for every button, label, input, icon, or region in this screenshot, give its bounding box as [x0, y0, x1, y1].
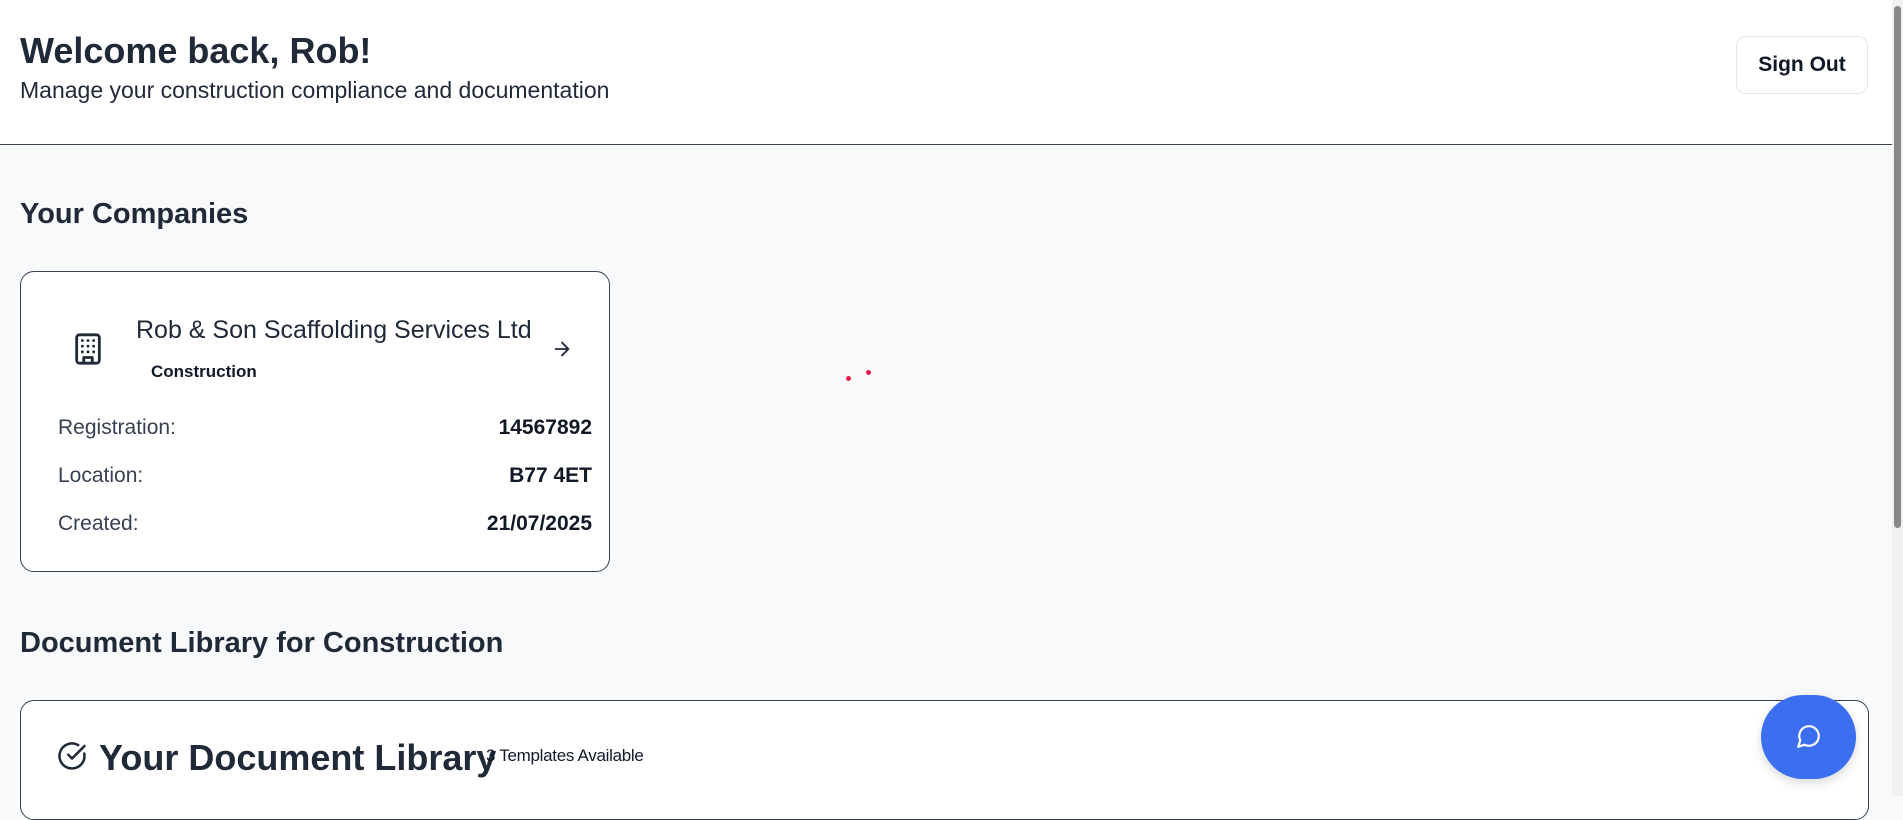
location-label: Location: — [58, 464, 144, 487]
check-circle-icon — [58, 742, 86, 770]
company-name: Rob & Son Scaffolding Services Ltd — [136, 316, 532, 344]
welcome-heading: Welcome back, Rob! — [20, 30, 372, 71]
created-label: Created: — [58, 512, 139, 535]
library-card-title: Your Document Library — [99, 737, 497, 778]
welcome-subtitle: Manage your construction compliance and … — [20, 77, 610, 103]
companies-section-title: Your Companies — [20, 198, 249, 230]
page-header: Welcome back, Rob! Manage your construct… — [0, 0, 1892, 145]
sign-out-button[interactable]: Sign Out — [1736, 36, 1868, 94]
registration-row: Registration: 14567892 — [58, 416, 592, 446]
loading-dot — [846, 376, 851, 381]
registration-label: Registration: — [58, 416, 176, 439]
loading-dot — [866, 370, 871, 375]
created-value: 21/07/2025 — [486, 512, 592, 535]
scrollbar-thumb[interactable] — [1894, 6, 1901, 528]
created-row: Created: 21/07/2025 — [58, 512, 592, 542]
company-type-badge: Construction — [151, 362, 257, 381]
library-section-title: Document Library for Construction — [20, 627, 504, 659]
document-library-card: Your Document Library 3 Templates Availa… — [20, 700, 1869, 820]
location-row: Location: B77 4ET — [58, 464, 592, 494]
registration-value: 14567892 — [498, 416, 592, 439]
arrow-right-icon[interactable] — [551, 338, 573, 360]
location-value: B77 4ET — [509, 464, 592, 487]
chat-bubble-icon — [1796, 724, 1820, 748]
building-icon — [75, 333, 101, 365]
company-card[interactable]: Rob & Son Scaffolding Services Ltd Const… — [20, 271, 610, 572]
chat-button[interactable] — [1761, 695, 1856, 779]
page-scrollbar[interactable] — [1892, 0, 1903, 796]
templates-count-badge: 3 Templates Available — [486, 746, 644, 765]
